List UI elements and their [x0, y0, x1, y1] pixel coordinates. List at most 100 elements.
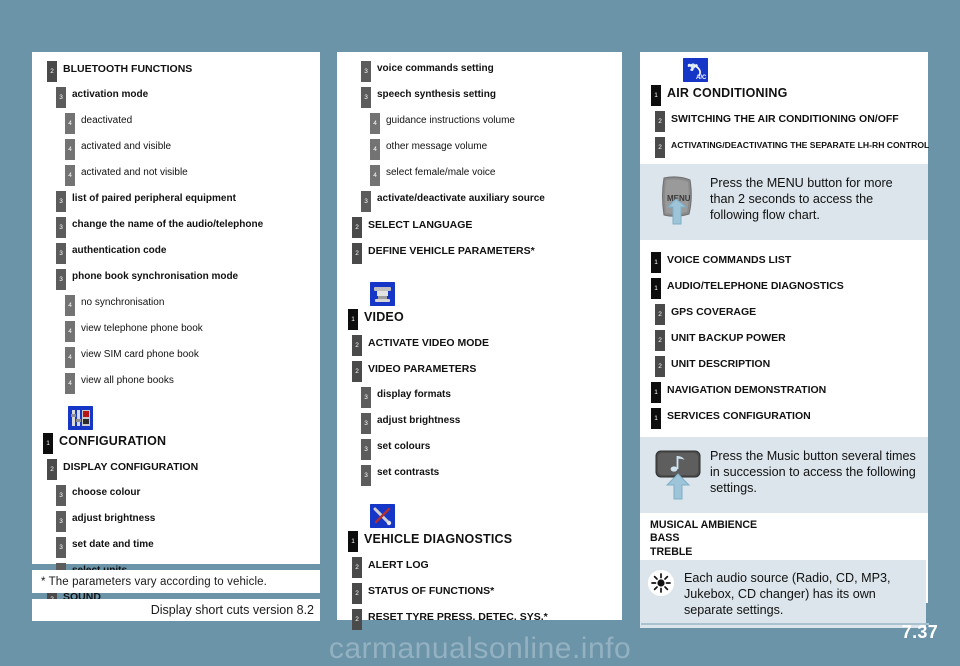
section-configuration[interactable]: 1 CONFIGURATION	[43, 430, 312, 454]
menu-row[interactable]: 1 NAVIGATION DEMONSTRATION	[651, 379, 920, 403]
menu-row-label: AUDIO/TELEPHONE DIAGNOSTICS	[667, 279, 844, 292]
menu-row-label: ALERT LOG	[368, 558, 429, 571]
menu-row[interactable]: 3 set contrasts	[361, 462, 614, 486]
menu-row-label: VIDEO PARAMETERS	[368, 362, 477, 375]
menu-row[interactable]: 4 deactivated	[65, 110, 312, 134]
menu-row-label: other message volume	[386, 141, 488, 152]
menu-row[interactable]: 3 voice commands setting	[361, 58, 614, 82]
level-badge-3: 3	[361, 387, 371, 408]
menu-row[interactable]: 3 activate/deactivate auxiliary source	[361, 188, 614, 212]
menu-row[interactable]: 4 view telephone phone book	[65, 318, 312, 342]
menu-row-label: authentication code	[72, 245, 167, 256]
level-badge-3: 3	[56, 87, 66, 108]
section-video[interactable]: 1 VIDEO	[348, 306, 614, 330]
menu-row[interactable]: 3 adjust brightness	[56, 508, 312, 532]
menu-row[interactable]: 2 VIDEO PARAMETERS	[352, 358, 614, 382]
level-badge-3: 3	[361, 61, 371, 82]
menu-row[interactable]: 4 view SIM card phone book	[65, 344, 312, 368]
level-badge-3: 3	[56, 537, 66, 558]
level-badge-3: 3	[56, 191, 66, 212]
level-badge-1: 1	[651, 252, 661, 273]
menu-row[interactable]: 4 other message volume	[370, 136, 614, 160]
menu-row[interactable]: 2 DEFINE VEHICLE PARAMETERS*	[352, 240, 614, 264]
menu-row-label: activated and not visible	[81, 167, 188, 178]
menu-row[interactable]: 2 ALERT LOG	[352, 554, 614, 578]
section-label: CONFIGURATION	[59, 433, 167, 448]
level-badge-4: 4	[65, 373, 75, 394]
menu-row[interactable]: 3 authentication code	[56, 240, 312, 264]
menu-row-label: choose colour	[72, 487, 141, 498]
level-badge-2: 2	[352, 217, 362, 238]
menu-row[interactable]: 4 view all phone books	[65, 370, 312, 394]
menu-row[interactable]: 1 SERVICES CONFIGURATION	[651, 405, 920, 429]
level-badge-3: 3	[56, 485, 66, 506]
menu-row[interactable]: 2 RESET TYRE PRESS. DETEC. SYS.*	[352, 606, 614, 630]
level-badge-4: 4	[65, 113, 75, 134]
menu-row-label: view telephone phone book	[81, 323, 203, 334]
level-badge-3: 3	[56, 243, 66, 264]
menu-row[interactable]: 2 DISPLAY CONFIGURATION	[47, 456, 312, 480]
menu-row-label: SERVICES CONFIGURATION	[667, 409, 811, 422]
version-box: Display short cuts version 8.2	[32, 599, 320, 621]
menu-row[interactable]: 3 adjust brightness	[361, 410, 614, 434]
menu-row[interactable]: 2 BLUETOOTH FUNCTIONS	[47, 58, 312, 82]
tip-sources-text: Each audio source (Radio, CD, MP3, Jukeb…	[684, 571, 891, 618]
menu-row[interactable]: 2 UNIT BACKUP POWER	[655, 327, 920, 351]
menu-row[interactable]: 2 UNIT DESCRIPTION	[655, 353, 920, 377]
air-conditioning-menu-list: 2 SWITCHING THE AIR CONDITIONING ON/OFF 2 A…	[648, 108, 929, 160]
section-vehicle-diagnostics[interactable]: 1 VEHICLE DIAGNOSTICS	[348, 528, 614, 552]
level-badge-3: 3	[361, 465, 371, 486]
menu-row[interactable]: 3 set date and time	[56, 534, 312, 558]
menu-row[interactable]: 2 SWITCHING THE AIR CONDITIONING ON/OFF	[655, 108, 920, 132]
menu-row[interactable]: 2 GPS COVERAGE	[655, 301, 920, 325]
menu-row[interactable]: 3 speech synthesis setting	[361, 84, 614, 108]
menu-row[interactable]: 3 display formats	[361, 384, 614, 408]
level-badge-2: 2	[352, 243, 362, 264]
menu-row-label: view SIM card phone book	[81, 349, 199, 360]
menu-row-label: change the name of the audio/telephone	[72, 219, 264, 230]
menu-row-label: BLUETOOTH FUNCTIONS	[63, 62, 193, 75]
menu-row-label: speech synthesis setting	[377, 89, 496, 100]
level-badge-2: 2	[655, 330, 665, 351]
level-badge-2: 2	[655, 111, 665, 132]
level-badge-2: 2	[655, 137, 665, 158]
configuration-equalizer-icon	[68, 406, 93, 430]
menu-row[interactable]: 3 activation mode	[56, 84, 312, 108]
menu-row[interactable]: 2 STATUS OF FUNCTIONS*	[352, 580, 614, 604]
level-badge-1: 1	[651, 85, 661, 106]
menu-row[interactable]: 4 select female/male voice	[370, 162, 614, 186]
music-setting-item: BASS	[650, 532, 680, 545]
menu-row[interactable]: 4 activated and not visible	[65, 162, 312, 186]
menu-row-label: ACTIVATING/DEACTIVATING THE SEPARATE LH-…	[671, 139, 930, 150]
menu-row-label: set colours	[377, 441, 431, 452]
menu-row[interactable]: 4 activated and visible	[65, 136, 312, 160]
menu-row[interactable]: 1 AUDIO/TELEPHONE DIAGNOSTICS	[651, 275, 920, 299]
menu-row[interactable]: 1 VOICE COMMANDS LIST	[651, 249, 920, 273]
menu-row-label: deactivated	[81, 115, 133, 126]
tip-menu-text: Press the MENU button for more than 2 se…	[710, 176, 893, 223]
menu-row[interactable]: 3 list of paired peripheral equipment	[56, 188, 312, 212]
menu-row-label: view all phone books	[81, 375, 174, 386]
menu-button-illustration: MENU	[650, 174, 706, 228]
menu-row-label: adjust brightness	[72, 513, 156, 524]
menu-row[interactable]: 2 ACTIVATE VIDEO MODE	[352, 332, 614, 356]
menu-row[interactable]: 3 change the name of the audio/telephone	[56, 214, 312, 238]
footnote-box: * The parameters vary according to vehic…	[32, 570, 320, 593]
menu-row[interactable]: 3 choose colour	[56, 482, 312, 506]
menu-row[interactable]: 4 no synchronisation	[65, 292, 312, 316]
info-bulb-icon	[648, 570, 674, 596]
menu-row[interactable]: 4 guidance instructions volume	[370, 110, 614, 134]
menu-row-label: list of paired peripheral equipment	[72, 193, 236, 204]
level-badge-2: 2	[655, 304, 665, 325]
menu-row[interactable]: 3 set colours	[361, 436, 614, 460]
menu-row-label: VOICE COMMANDS LIST	[667, 253, 792, 266]
menu-row-label: set contrasts	[377, 467, 440, 478]
voice-settings-list: 3 voice commands setting 3 speech synthesis…	[345, 58, 614, 266]
menu-row[interactable]: 3 phone book synchronisation mode	[56, 266, 312, 290]
level-badge-2: 2	[352, 609, 362, 630]
menu-row[interactable]: 2 SELECT LANGUAGE	[352, 214, 614, 238]
music-setting-item: MUSICAL AMBIENCE	[650, 519, 758, 531]
section-air-conditioning[interactable]: 1 AIR CONDITIONING	[651, 82, 920, 106]
level-badge-1: 1	[651, 382, 661, 403]
menu-row[interactable]: 2 ACTIVATING/DEACTIVATING THE SEPARATE LH…	[655, 134, 929, 158]
